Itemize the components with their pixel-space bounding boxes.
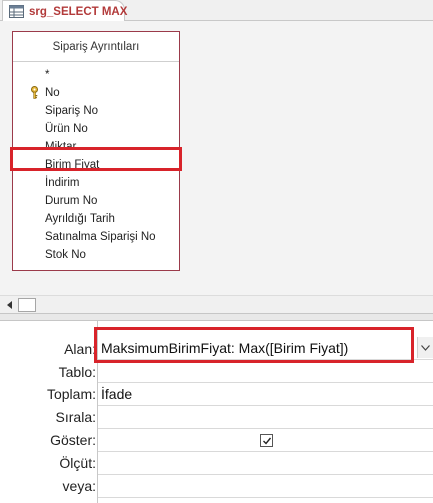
field-item-durum-no[interactable]: Durum No bbox=[13, 192, 179, 210]
field-item-no[interactable]: No bbox=[13, 84, 179, 102]
toplam-value: İfade bbox=[101, 386, 133, 402]
show-checkbox[interactable] bbox=[260, 434, 273, 447]
field-label: Sipariş No bbox=[45, 105, 99, 117]
scroll-thumb[interactable] bbox=[18, 298, 36, 312]
row-label-alan: Alan: bbox=[64, 341, 96, 357]
olcut-cell[interactable] bbox=[98, 452, 433, 475]
field-item-satinalma-siparisi-no[interactable]: Satınalma Siparişi No bbox=[13, 228, 179, 246]
field-label: Satınalma Siparişi No bbox=[45, 231, 156, 243]
field-label: * bbox=[45, 69, 50, 81]
row-label-tablo: Tablo: bbox=[58, 364, 96, 380]
alan-expression-highlight-box bbox=[94, 327, 414, 363]
chevron-down-icon bbox=[421, 344, 430, 351]
veya-cell[interactable] bbox=[98, 475, 433, 498]
field-item-siparis-no[interactable]: Sipariş No bbox=[13, 102, 179, 120]
checkmark-icon bbox=[263, 437, 272, 445]
document-tab-strip: srg_SELECT MAX bbox=[0, 0, 433, 22]
field-item-indirim[interactable]: İndirim bbox=[13, 174, 179, 192]
canvas-horizontal-scrollbar[interactable] bbox=[0, 295, 433, 313]
query-tab[interactable]: srg_SELECT MAX bbox=[2, 0, 128, 22]
row-label-sirala: Sırala: bbox=[55, 409, 96, 425]
field-item-urun-no[interactable]: Ürün No bbox=[13, 120, 179, 138]
alan-dropdown-button[interactable] bbox=[417, 337, 433, 358]
scroll-left-button[interactable] bbox=[3, 298, 17, 312]
table-title[interactable]: Sipariş Ayrıntıları bbox=[13, 32, 179, 62]
primary-key-icon bbox=[30, 86, 39, 99]
goster-cell[interactable] bbox=[98, 429, 433, 452]
tablo-cell[interactable] bbox=[98, 360, 433, 383]
field-item-ayrildigi-tarih[interactable]: Ayrıldığı Tarih bbox=[13, 210, 179, 228]
row-label-goster: Göster: bbox=[50, 432, 96, 448]
query-icon bbox=[9, 5, 24, 18]
row-label-toplam: Toplam: bbox=[46, 386, 96, 402]
row-label-veya: veya: bbox=[62, 478, 96, 494]
field-label: Durum No bbox=[45, 195, 98, 207]
field-label: Stok No bbox=[45, 249, 86, 261]
field-label: Ürün No bbox=[45, 123, 88, 135]
pane-splitter[interactable] bbox=[0, 313, 433, 321]
field-label: İndirim bbox=[45, 177, 80, 189]
toplam-cell[interactable]: İfade bbox=[98, 383, 433, 406]
field-item-stok-no[interactable]: Stok No bbox=[13, 246, 179, 264]
field-label: Ayrıldığı Tarih bbox=[45, 213, 115, 225]
tab-title: srg_SELECT MAX bbox=[29, 5, 128, 18]
field-label: No bbox=[45, 87, 60, 99]
field-item-all[interactable]: * bbox=[13, 66, 179, 84]
arrow-left-icon bbox=[7, 301, 12, 309]
row-label-olcut: Ölçüt: bbox=[59, 455, 96, 471]
sirala-cell[interactable] bbox=[98, 406, 433, 429]
birim-fiyat-highlight-box bbox=[10, 147, 182, 171]
